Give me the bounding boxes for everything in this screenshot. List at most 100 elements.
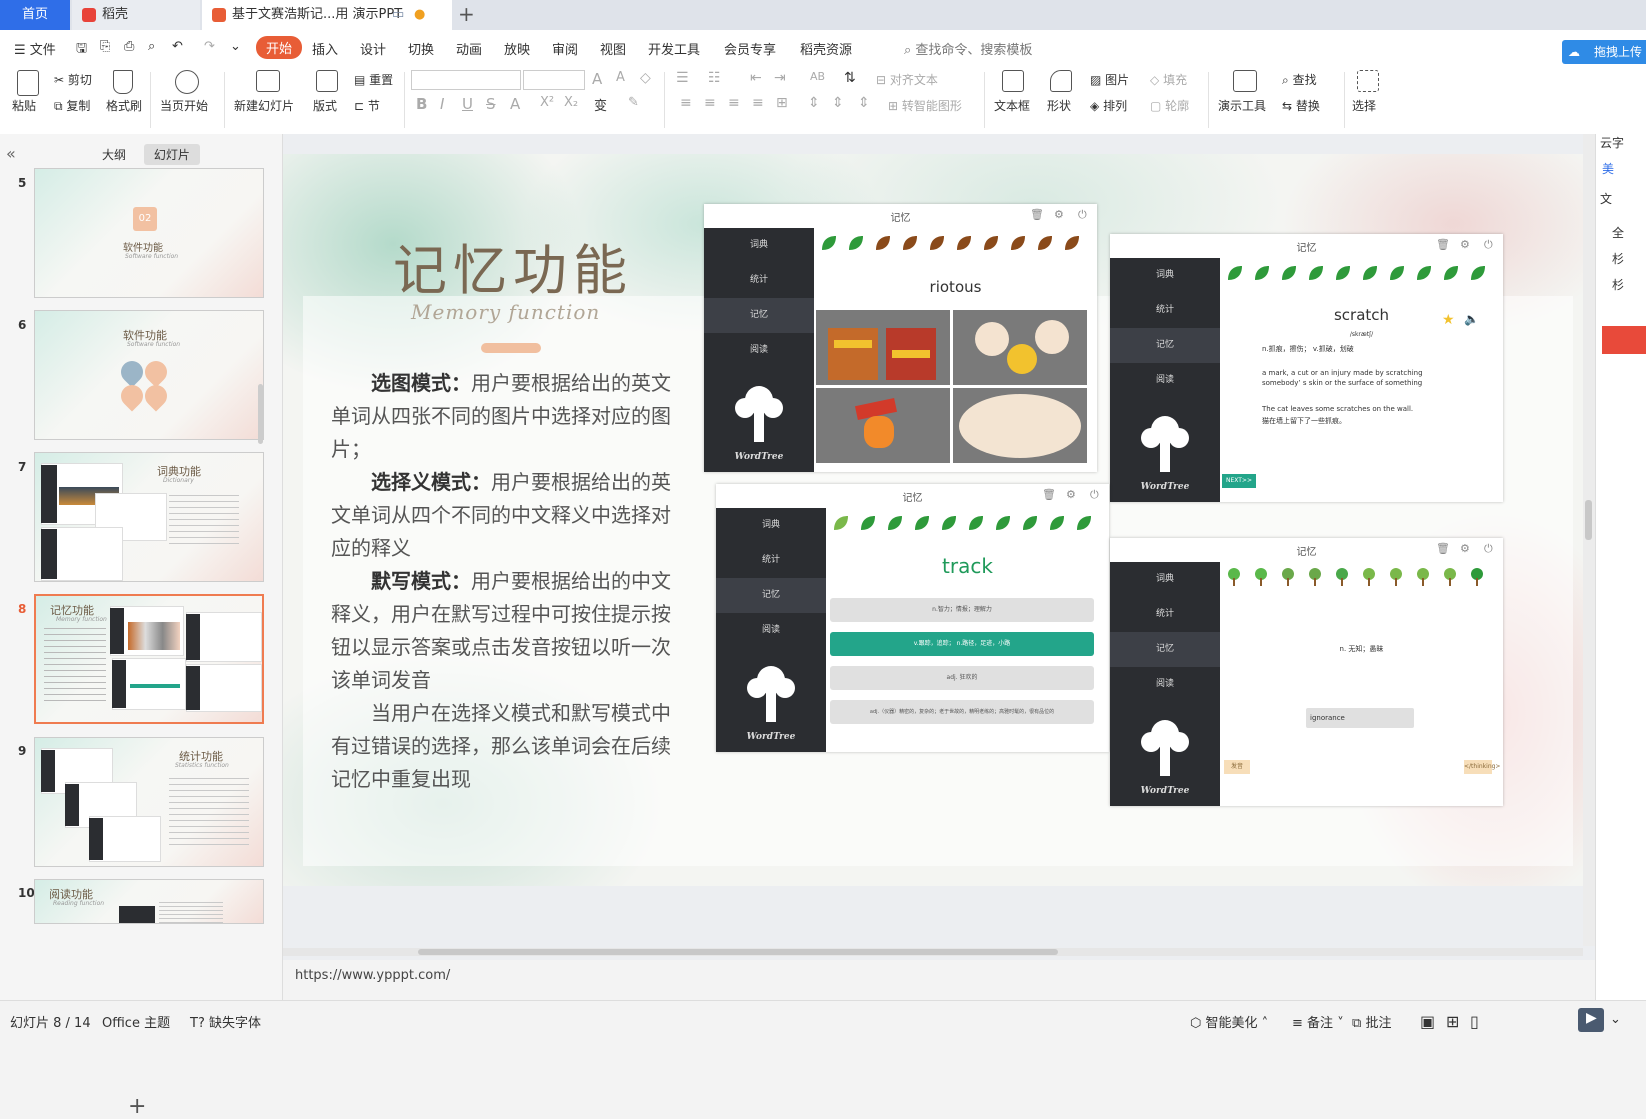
- paragraph-spacing-icon[interactable]: ⇕: [808, 95, 820, 111]
- present-tools-icon[interactable]: [1233, 70, 1257, 92]
- redo-icon[interactable]: ↷: [204, 39, 215, 54]
- outline-button[interactable]: ▢ 轮廓: [1150, 97, 1189, 114]
- format-painter-button[interactable]: 格式刷: [106, 97, 142, 114]
- new-tab-icon[interactable]: +: [458, 2, 475, 26]
- numbered-list-icon[interactable]: ☷: [708, 70, 721, 86]
- app-screenshot-word-detail[interactable]: 记忆 🗑 ⚙ ⏻ 词典 统计 记忆 阅读 WordTree scratch ★ …: [1110, 234, 1503, 502]
- section-button[interactable]: ⊏ 节: [354, 97, 380, 114]
- slide-thumbnail-5[interactable]: 02 软件功能 Software function: [34, 168, 264, 298]
- copy-button[interactable]: ⧉ 复制: [54, 97, 90, 114]
- slide-subtitle[interactable]: Memory function: [411, 300, 600, 324]
- distribute-icon[interactable]: ⊞: [776, 95, 788, 111]
- bold-icon[interactable]: B: [416, 95, 427, 113]
- menu-member[interactable]: 会员专享: [724, 39, 776, 58]
- align-right-icon[interactable]: ≡: [728, 95, 740, 111]
- slide-thumbnail-7[interactable]: 词典功能 Dictionary: [34, 452, 264, 582]
- tab-outline[interactable]: 大纲: [92, 144, 136, 165]
- file-menu[interactable]: ☰ 文件: [14, 39, 56, 58]
- play-options-chevron-icon[interactable]: ⌄: [1610, 1012, 1621, 1027]
- menu-home[interactable]: 开始: [256, 36, 303, 59]
- slide-title[interactable]: 记忆功能: [393, 226, 633, 305]
- shape-icon[interactable]: [1050, 70, 1072, 92]
- menu-design[interactable]: 设计: [360, 39, 386, 58]
- thumbnail-scrollbar[interactable]: [258, 384, 263, 444]
- decrease-indent-icon[interactable]: ⇤: [750, 70, 762, 86]
- panel-action-button[interactable]: [1602, 326, 1646, 354]
- justify-icon[interactable]: ≡: [752, 95, 764, 111]
- find-button[interactable]: ⌕ 查找: [1282, 71, 1317, 88]
- font-grow-icon[interactable]: A: [592, 70, 602, 88]
- select-icon[interactable]: [1357, 70, 1379, 92]
- menu-developer[interactable]: 开发工具: [648, 39, 700, 58]
- paste-icon[interactable]: [17, 70, 39, 96]
- menu-view[interactable]: 视图: [600, 39, 626, 58]
- menu-review[interactable]: 审阅: [552, 39, 578, 58]
- font-family-select[interactable]: [411, 70, 521, 90]
- panel-beautify-link[interactable]: 美: [1602, 160, 1614, 177]
- arrange-button[interactable]: ◈ 排列: [1090, 97, 1127, 114]
- textbox-button[interactable]: 文本框: [994, 97, 1030, 114]
- phonetic-icon[interactable]: 变: [594, 95, 607, 114]
- notes-button[interactable]: ≡ 备注 ˅: [1292, 1012, 1344, 1031]
- monitor-icon[interactable]: ▭: [392, 0, 404, 30]
- bullet-list-icon[interactable]: ☰: [676, 70, 689, 86]
- cloud-upload-button[interactable]: ☁ 拖拽上传: [1562, 40, 1646, 64]
- slideshow-play-button[interactable]: ▶: [1578, 1008, 1604, 1032]
- font-color-icon[interactable]: A: [510, 95, 520, 113]
- missing-font-button[interactable]: T? 缺失字体: [190, 1012, 261, 1031]
- font-shrink-icon[interactable]: A: [616, 70, 625, 85]
- layout-button[interactable]: 版式: [313, 97, 337, 114]
- slide-thumbnail-8-selected[interactable]: 记忆功能 Memory function: [34, 594, 264, 724]
- present-tools-button[interactable]: 演示工具: [1218, 97, 1266, 114]
- increase-indent-icon[interactable]: ⇥: [774, 70, 786, 86]
- underline-icon[interactable]: U: [462, 95, 473, 113]
- text-direction-icon[interactable]: AB: [810, 70, 825, 83]
- app-screenshot-dictation-mode[interactable]: 记忆 🗑 ⚙ ⏻ 词典 统计 记忆 阅读 WordTree n. 无知；愚昧 i…: [1110, 538, 1503, 806]
- save-icon[interactable]: 🖫: [76, 39, 87, 61]
- slide-thumbnail-6[interactable]: 软件功能 Software function: [34, 310, 264, 440]
- cut-button[interactable]: ✂ 剪切: [54, 71, 92, 88]
- shape-button[interactable]: 形状: [1047, 97, 1071, 114]
- export-icon[interactable]: ⎘: [100, 39, 110, 54]
- format-painter-icon[interactable]: [113, 70, 133, 94]
- horizontal-scrollbar-thumb[interactable]: [418, 949, 1058, 955]
- smartart-button[interactable]: ⊞ 转智能图形: [888, 97, 962, 114]
- layout-icon[interactable]: [316, 70, 338, 92]
- slide-body-text[interactable]: 选图模式：用户要根据给出的英文单词从四张不同的图片中选择对应的图片； 选择义模式…: [331, 367, 681, 796]
- menu-insert[interactable]: 插入: [312, 39, 338, 58]
- slide-8[interactable]: 记忆功能 Memory function 选图模式：用户要根据给出的英文单词从四…: [283, 154, 1583, 886]
- slide-thumbnail-10[interactable]: 阅读功能 Reading function: [34, 879, 264, 924]
- align-center-icon[interactable]: ≡: [704, 95, 716, 111]
- normal-view-icon[interactable]: ▣: [1420, 1012, 1435, 1031]
- tab-docer[interactable]: 稻壳: [72, 0, 200, 30]
- new-slide-button[interactable]: 新建幻灯片: [234, 97, 294, 114]
- replace-button[interactable]: ⇆ 替换: [1282, 97, 1320, 114]
- menu-transition[interactable]: 切换: [408, 39, 434, 58]
- comment-button[interactable]: ⧉ 批注: [1352, 1012, 1391, 1031]
- vertical-scrollbar-thumb[interactable]: [1585, 500, 1592, 540]
- strikethrough-icon[interactable]: S: [486, 95, 496, 113]
- preview-icon[interactable]: ⌕: [148, 39, 155, 54]
- highlight-icon[interactable]: ✎: [628, 95, 639, 110]
- undo-icon[interactable]: ↶: [172, 39, 183, 54]
- collapse-panel-icon[interactable]: «: [6, 144, 16, 163]
- font-size-select[interactable]: [523, 70, 585, 90]
- paste-button[interactable]: 粘贴: [12, 97, 36, 114]
- smart-beautify-button[interactable]: ⬡ 智能美化 ˄: [1190, 1012, 1268, 1031]
- sorter-view-icon[interactable]: ⊞: [1446, 1012, 1459, 1031]
- tab-document[interactable]: 基于文赛浩斯记...用 演示PPT ▭ ●: [202, 0, 452, 30]
- line-spacing-icon[interactable]: ⇅: [844, 70, 856, 86]
- select-button[interactable]: 选择: [1352, 97, 1376, 114]
- notes-area[interactable]: https://www.ypppt.com/: [283, 960, 1595, 992]
- align-left-icon[interactable]: ≡: [680, 95, 692, 111]
- subscript-icon[interactable]: X₂: [564, 95, 578, 110]
- menu-animation[interactable]: 动画: [456, 39, 482, 58]
- columns-icon[interactable]: ⇕: [832, 95, 844, 111]
- reset-button[interactable]: ▤ 重置: [354, 71, 393, 88]
- textbox-icon[interactable]: [1002, 70, 1024, 92]
- picture-button[interactable]: ▨ 图片: [1090, 71, 1129, 88]
- more-chevron-icon[interactable]: ⌄: [230, 39, 241, 54]
- play-from-current-icon[interactable]: [175, 70, 199, 94]
- tab-slides[interactable]: 幻灯片: [143, 144, 200, 165]
- new-slide-icon[interactable]: [256, 70, 280, 92]
